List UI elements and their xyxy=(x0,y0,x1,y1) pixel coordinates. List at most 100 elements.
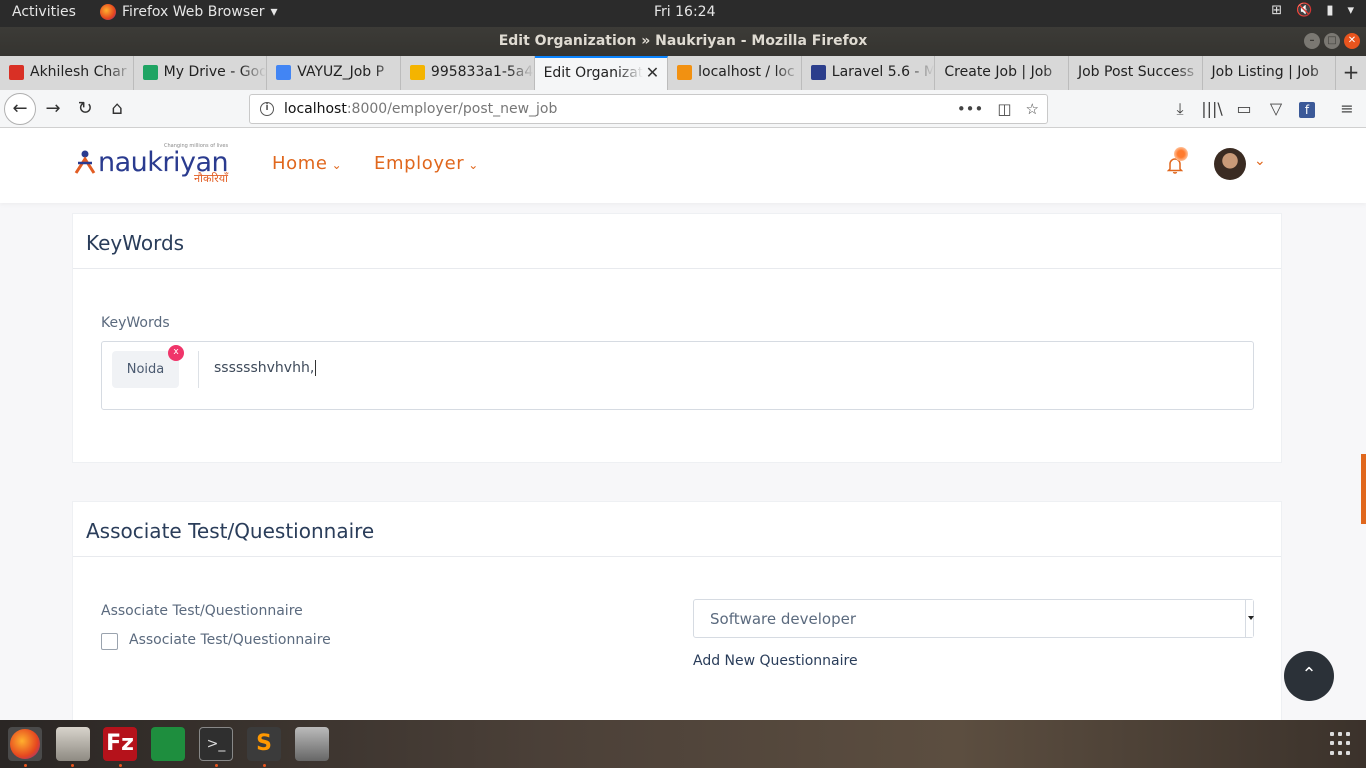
keywords-input[interactable]: sssssshvhvhh, xyxy=(214,360,317,376)
forward-button[interactable]: → xyxy=(38,94,68,124)
window-title: Edit Organization » Naukriyan - Mozilla … xyxy=(498,33,868,49)
browser-tab[interactable]: Create Job | Job xyxy=(935,56,1069,90)
browser-tab[interactable]: Job Listing | Job xyxy=(1203,56,1337,90)
tab-favicon-icon xyxy=(9,65,24,80)
text-cursor xyxy=(315,360,317,376)
downloads-icon[interactable]: ⤓ xyxy=(1167,94,1193,124)
browser-tab[interactable]: localhost / loc xyxy=(668,56,802,90)
firefox-dock-icon[interactable] xyxy=(8,727,42,761)
files-dock-icon[interactable] xyxy=(56,727,90,761)
tab-label: VAYUZ_Job P xyxy=(297,64,385,80)
questionnaire-select-value: Software developer xyxy=(710,610,857,628)
network-icon: ⊞ xyxy=(1271,3,1283,18)
browser-tab[interactable]: Edit Organizat ✕ xyxy=(534,56,669,90)
show-applications-icon[interactable] xyxy=(1330,732,1354,756)
questionnaire-card-title: Associate Test/Questionnaire xyxy=(73,502,1281,557)
user-avatar[interactable] xyxy=(1214,148,1246,180)
running-indicator xyxy=(71,764,74,767)
pocket-icon[interactable]: ◫ xyxy=(997,95,1011,123)
chevron-down-icon: ⌄ xyxy=(468,158,479,172)
chevron-down-icon: ⌄ xyxy=(331,158,343,172)
browser-tab[interactable]: Job Post Success xyxy=(1069,56,1203,90)
system-tray[interactable]: ⊞ 🔇 ▮ ▾ xyxy=(1271,3,1354,18)
tab-strip: Akhilesh Char My Drive - Goo VAYUZ_Job P 99… xyxy=(0,56,1366,90)
running-indicator xyxy=(119,764,122,767)
tag-separator xyxy=(198,351,199,388)
sublime-text-dock-icon[interactable]: S xyxy=(247,727,281,761)
app-menu-label: Firefox Web Browser xyxy=(122,4,265,20)
clock[interactable]: Fri 16:24 xyxy=(654,4,715,20)
select-arrow-icon xyxy=(1245,600,1254,637)
filezilla-dock-icon[interactable]: Fz xyxy=(103,727,137,761)
keywords-input-value: sssssshvhvhh, xyxy=(214,360,315,376)
remove-tag-button[interactable]: x xyxy=(168,345,184,361)
site-info-icon[interactable]: i xyxy=(260,102,274,116)
browser-tab[interactable]: VAYUZ_Job P xyxy=(267,56,401,90)
questionnaire-label: Associate Test/Questionnaire xyxy=(101,603,303,619)
tab-label: Create Job | Job xyxy=(944,64,1053,80)
associate-questionnaire-checkbox-label[interactable]: Associate Test/Questionnaire xyxy=(129,632,331,648)
chevron-down-icon[interactable]: ⌄ xyxy=(1254,153,1266,169)
url-host: localhost xyxy=(284,101,347,117)
tab-favicon-icon xyxy=(677,65,693,80)
url-path: :8000/employer/post_new_job xyxy=(346,101,558,117)
volume-icon: 🔇 xyxy=(1296,3,1313,18)
running-indicator xyxy=(215,764,218,767)
navigation-toolbar: ← → ↻ ⌂ i localhost:8000/employer/post_n… xyxy=(0,90,1366,128)
activities-button[interactable]: Activities xyxy=(12,4,76,20)
browser-tab[interactable]: 995833a1-5a4 xyxy=(401,56,535,90)
scroll-to-top-button[interactable]: ⌃ xyxy=(1284,651,1334,701)
page-actions-icon[interactable]: ••• xyxy=(957,95,984,123)
logo-figure-icon xyxy=(74,150,96,174)
facebook-extension-icon[interactable]: f xyxy=(1294,94,1320,124)
bookmark-star-icon[interactable]: ☆ xyxy=(1026,95,1039,123)
naukriyan-logo[interactable]: naukriyan Changing millions of lives नौक… xyxy=(74,143,244,187)
terminal-dock-icon[interactable]: >_ xyxy=(199,727,233,761)
nav-home[interactable]: Home ⌄ xyxy=(272,153,342,174)
keywords-tag-input[interactable]: Noida x sssssshvhvhh, xyxy=(101,341,1254,410)
maximize-button[interactable]: □ xyxy=(1324,33,1340,49)
browser-tab[interactable]: My Drive - Goo xyxy=(134,56,268,90)
keywords-label: KeyWords xyxy=(101,315,170,331)
nav-employer-label: Employer xyxy=(374,153,465,174)
brand-tagline: Changing millions of lives xyxy=(164,143,229,149)
browser-tab[interactable]: Akhilesh Char xyxy=(0,56,134,90)
questionnaire-select[interactable]: Software developer xyxy=(693,599,1254,638)
minimize-button[interactable]: – xyxy=(1304,33,1320,49)
spreadsheet-dock-icon[interactable] xyxy=(151,727,185,761)
close-tab-icon[interactable]: ✕ xyxy=(646,58,659,88)
keywords-card: KeyWords KeyWords Noida x sssssshvhvhh, xyxy=(72,213,1282,463)
add-new-questionnaire-link[interactable]: Add New Questionnaire xyxy=(693,653,858,669)
tab-favicon-icon xyxy=(810,65,826,80)
menu-icon[interactable]: ≡ xyxy=(1334,94,1360,124)
close-window-button[interactable]: ✕ xyxy=(1344,33,1360,49)
tab-favicon-icon xyxy=(142,65,158,80)
browser-tab[interactable]: Laravel 5.6 - M xyxy=(802,56,936,90)
keywords-card-title: KeyWords xyxy=(73,214,1281,269)
app-menu[interactable]: Firefox Web Browser ▾ xyxy=(100,4,278,20)
scrollbar-thumb[interactable] xyxy=(1361,454,1366,524)
chevron-down-icon: ▾ xyxy=(270,4,278,20)
site-header: naukriyan Changing millions of lives नौक… xyxy=(0,129,1366,203)
chevron-down-icon: ▾ xyxy=(1347,3,1354,18)
extension-icon[interactable]: ▽ xyxy=(1263,94,1289,124)
tab-favicon-icon xyxy=(409,65,425,80)
web-page: naukriyan Changing millions of lives नौक… xyxy=(0,129,1366,720)
tab-label: Job Listing | Job xyxy=(1211,64,1319,80)
brand-name-hindi: नौकरियाँ xyxy=(194,172,228,185)
home-button[interactable]: ⌂ xyxy=(102,94,132,124)
questionnaire-card: Associate Test/Questionnaire Associate T… xyxy=(72,501,1282,720)
running-indicator xyxy=(263,764,266,767)
url-bar[interactable]: i localhost:8000/employer/post_new_job •… xyxy=(249,94,1048,124)
firefox-icon xyxy=(100,4,116,20)
library-icon[interactable]: |||\ xyxy=(1199,94,1225,124)
system-top-bar: Activities Firefox Web Browser ▾ Fri 16:… xyxy=(0,0,1366,27)
back-button[interactable]: ← xyxy=(4,93,36,125)
nav-employer[interactable]: Employer ⌄ xyxy=(374,153,479,174)
new-tab-button[interactable]: + xyxy=(1336,56,1366,90)
notification-dot xyxy=(1174,147,1188,161)
installer-dock-icon[interactable] xyxy=(295,727,329,761)
sidebar-icon[interactable]: ▭ xyxy=(1231,94,1257,124)
associate-questionnaire-checkbox[interactable] xyxy=(101,633,118,650)
reload-button[interactable]: ↻ xyxy=(70,94,100,124)
